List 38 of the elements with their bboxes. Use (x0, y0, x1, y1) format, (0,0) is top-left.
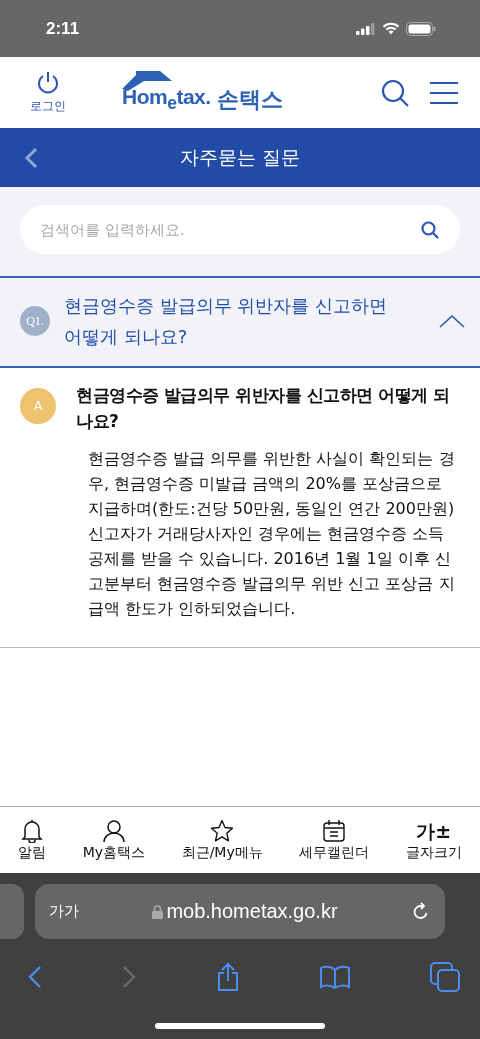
battery-icon (406, 21, 436, 36)
signal-icon (356, 22, 376, 35)
share-icon[interactable] (216, 962, 240, 992)
login-button[interactable]: 로그인 (30, 70, 66, 115)
bell-icon (21, 818, 44, 843)
page-title: 자주묻는 질문 (179, 144, 300, 170)
bookmarks-icon[interactable] (320, 965, 350, 989)
question-row[interactable]: Q1. 현금영수증 발급의무 위반자를 신고하면 어떻게 되나요? (0, 276, 480, 368)
question-badge: Q1. (20, 306, 50, 336)
search-icon[interactable] (420, 220, 440, 240)
nav-item[interactable]: 알림 (18, 818, 47, 862)
nav-item[interactable]: 최근/My메뉴 (181, 818, 263, 862)
wifi-icon (382, 22, 400, 35)
nav-item[interactable]: 가± 글자크기 (405, 818, 462, 862)
power-icon (35, 70, 61, 96)
chevron-icon[interactable] (438, 313, 466, 329)
question-text: 현금영수증 발급의무 위반자를 신고하면 어떻게 되나요? (64, 294, 389, 349)
back-icon[interactable] (24, 146, 38, 169)
menu-icon[interactable] (430, 80, 458, 105)
lock-icon (152, 904, 164, 919)
nav-item[interactable]: 세무캘린더 (299, 818, 370, 862)
calendar-icon (323, 818, 346, 843)
person-icon (102, 818, 125, 843)
star-icon (210, 818, 235, 843)
search-icon[interactable] (380, 77, 410, 108)
status-time: 2:11 (46, 18, 80, 39)
nav-item[interactable]: My홈택스 (82, 818, 146, 862)
search-field[interactable]: 검색어를 입력하세요. (20, 205, 460, 254)
url-text: mob.hometax.go.kr (166, 900, 338, 923)
back-icon[interactable] (28, 965, 42, 989)
text-size-button[interactable]: 가가 (49, 902, 79, 921)
tabs-icon[interactable] (430, 962, 460, 992)
answer-title: 현금영수증 발급의무 위반자를 신고하면 어떻게 되나요? (76, 384, 451, 433)
address-bar[interactable]: 가가 mob.hometax.go.kr (35, 884, 445, 939)
answer-badge: A (20, 388, 56, 424)
tab-preview[interactable] (0, 884, 24, 939)
answer-text: 현금영수증 발급 의무를 위반한 사실이 확인되는 경우, 현금영수증 미발급 금액의 20%를 포상금으로 지급하며(한도:건당 50만원, 동일인 연간 200만원) 신고자가 거래당사자인 경우에는 현금영수증 소득공제를 받을 수 있습니다. 2016년 1월 1일 이후 신고분부터 현금영수증 발급의무 위반 신고 포상금 지급액 한도가 인하되었습니다. (88, 448, 456, 620)
logo[interactable]: Hom$_{e}$tax. 손택스 (122, 70, 283, 115)
